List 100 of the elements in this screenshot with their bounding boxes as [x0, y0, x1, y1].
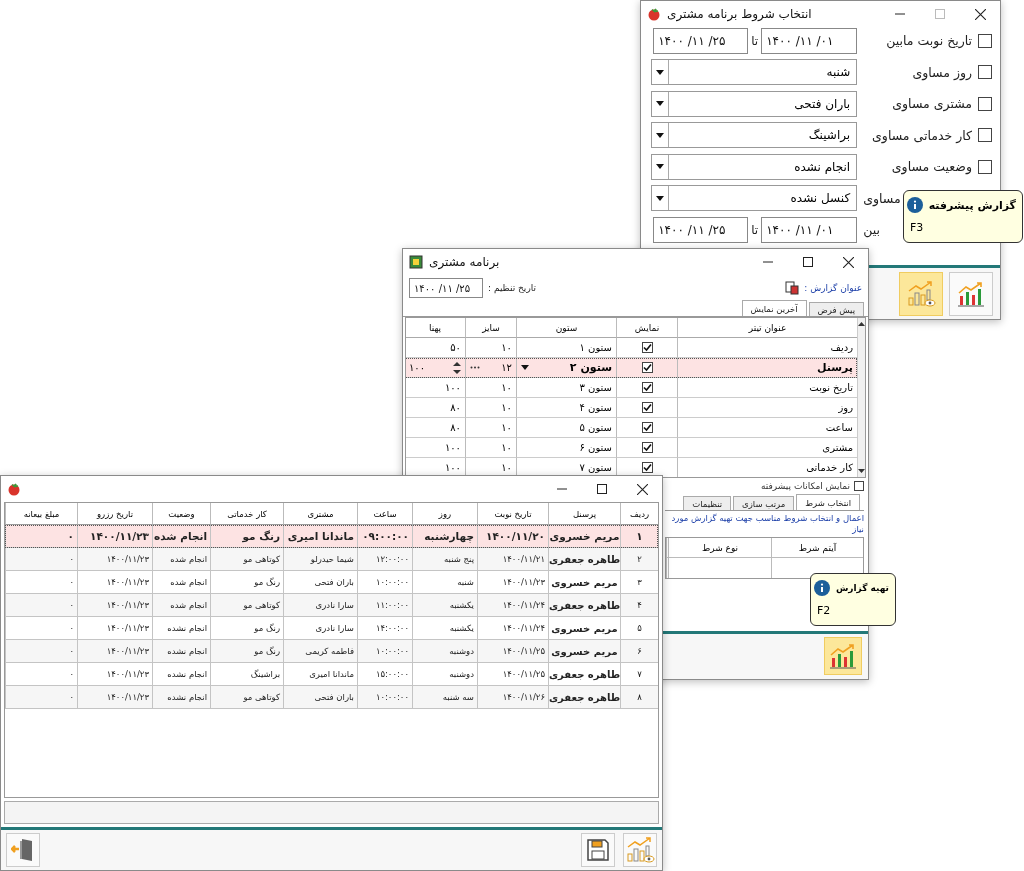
- table-row[interactable]: ۷ طاهره جعفری ۱۴۰۰/۱۱/۲۵ دوشنبه ۱۵:۰۰:۰۰ ماندانا امیری براشینگ انجام نشده ۱۴۰۰/۱۱/۲۳ ۰: [5, 663, 658, 686]
- maximize-icon: [597, 484, 607, 494]
- checkbox[interactable]: [641, 342, 653, 353]
- cell-text: ستون ۲: [569, 361, 612, 374]
- caret-icon: [656, 69, 664, 75]
- checkbox[interactable]: [978, 65, 992, 80]
- checkbox[interactable]: [978, 96, 992, 111]
- dropdown[interactable]: باران فتحی: [651, 90, 858, 117]
- tab[interactable]: مرتب سازی: [733, 496, 795, 510]
- checkbox[interactable]: [641, 422, 653, 433]
- grid-row[interactable]: مشتری ستون ۶ ۱۰ ۱۰۰: [406, 438, 857, 458]
- table-cell: کوتاهی مو: [210, 686, 283, 709]
- condition-label: تاریخ نوبت مابین: [886, 33, 972, 49]
- table-cell: ۱۰:۰۰:۰۰: [357, 686, 412, 709]
- table-row[interactable]: ۱ مریم خسروی ۱۴۰۰/۱۱/۲۰ چهارشنبه ۰۹:۰۰:۰۰ ماندانا امیری رنگ مو انجام شده ۱۴۰۰/۱۱/۲۳ ۰: [5, 525, 658, 548]
- checkbox[interactable]: [854, 481, 864, 491]
- chart-button[interactable]: [949, 272, 993, 316]
- table-cell: باران فتحی: [283, 686, 357, 709]
- cell-text: ۱۰: [501, 382, 512, 393]
- checkbox[interactable]: [641, 462, 653, 473]
- close-icon: [842, 256, 854, 268]
- cell-text: ۸۰: [450, 402, 461, 413]
- cell-text: ۱۰۰: [409, 362, 426, 373]
- column-header: نوع شرط: [668, 538, 771, 559]
- cell-text: ۱۰۰: [444, 442, 461, 453]
- table-cell: طاهره جعفری: [548, 686, 620, 709]
- tab[interactable]: پیش فرض: [808, 302, 864, 316]
- dropdown[interactable]: انجام نشده: [651, 153, 858, 180]
- tooltip-title: تهیه گزارش: [835, 583, 889, 593]
- cell-text: ۸۰: [450, 422, 461, 433]
- cell-text: ۱۰۰: [444, 462, 461, 473]
- caret-icon: [521, 365, 529, 370]
- checkbox[interactable]: [978, 159, 992, 174]
- date-field[interactable]: ۱۴۰۰ /۱۱ /۰۱: [761, 216, 858, 243]
- cell-text: ستون ۶: [579, 442, 612, 453]
- dropdown[interactable]: کنسل نشده: [651, 185, 858, 212]
- date-field[interactable]: ۱۴۰۰ /۱۱ /۲۵: [409, 278, 483, 298]
- cell-text: ۱۲: [501, 362, 512, 373]
- cell-text: ستون ۳: [579, 382, 612, 393]
- cell-text: ۱۰: [501, 442, 512, 453]
- tab[interactable]: آخرین نمایش: [741, 300, 807, 316]
- grid-row[interactable]: ردیف ستون ۱ ۱۰ ۵۰: [406, 338, 857, 358]
- tab[interactable]: تنظیمات: [683, 496, 732, 510]
- caret-icon: [656, 101, 664, 107]
- close-icon: [974, 8, 986, 20]
- table-cell: سه شنبه: [412, 686, 477, 709]
- column-header: نمایش: [616, 318, 677, 338]
- save-icon: [586, 838, 610, 862]
- scrollbar[interactable]: [857, 318, 865, 477]
- grid-row[interactable]: ساعت ستون ۵ ۱۰ ۸۰: [406, 418, 857, 438]
- bar-chart-icon: [956, 280, 986, 308]
- grid-row[interactable]: روز ستون ۴ ۱۰ ۸۰: [406, 398, 857, 418]
- condition-label: وضعیت مساوی: [891, 159, 972, 175]
- table-cell: ۰: [5, 686, 77, 709]
- grid-row[interactable]: تاریخ نوبت ستون ۳ ۱۰ ۱۰۰: [406, 378, 857, 398]
- date-field[interactable]: ۱۴۰۰ /۱۱ /۲۵: [653, 27, 749, 54]
- between-label: تا: [751, 33, 759, 48]
- report-button[interactable]: [824, 637, 862, 675]
- date-field[interactable]: ۱۴۰۰ /۱۱ /۰۱: [761, 27, 858, 54]
- checkbox-label: نمایش امکانات پیشرفته: [761, 481, 850, 491]
- dropdown[interactable]: شنبه: [651, 59, 858, 86]
- maximize-icon: [935, 9, 945, 19]
- table-row[interactable]: ۴ طاهره جعفری ۱۴۰۰/۱۱/۲۴ یکشنبه ۱۱:۰۰:۰۰ سارا نادری کوتاهی مو انجام شده ۱۴۰۰/۱۱/۲۳ ۰: [5, 594, 658, 617]
- tab[interactable]: انتخاب شرط: [796, 494, 860, 510]
- app-icon: [409, 255, 423, 269]
- table-row[interactable]: ۶ مریم خسروی ۱۴۰۰/۱۱/۲۵ دوشنبه ۱۰:۰۰:۰۰ فاطمه کریمی رنگ مو انجام نشده ۱۴۰۰/۱۱/۲۳ ۰: [5, 640, 658, 663]
- between-label: تا: [751, 222, 759, 237]
- scroll-down-icon: [858, 469, 865, 473]
- chart-eye-icon: [625, 836, 655, 864]
- column-header: سایز: [465, 318, 516, 338]
- checkbox[interactable]: [641, 362, 653, 373]
- cell-text: ستون ۷: [579, 462, 612, 473]
- table-row[interactable]: ۳ مریم خسروی ۱۴۰۰/۱۱/۲۳ شنبه ۱۰:۰۰:۰۰ باران فتحی رنگ مو انجام شده ۱۴۰۰/۱۱/۲۳ ۰: [5, 571, 658, 594]
- tomato-logo-icon: [7, 482, 21, 496]
- save-button[interactable]: [581, 833, 615, 867]
- document-icon: [785, 281, 800, 295]
- checkbox[interactable]: [978, 33, 992, 48]
- checkbox[interactable]: [641, 402, 653, 413]
- caret-icon: [656, 195, 664, 201]
- table-cell: ۱۴۰۰/۱۱/۲۳: [77, 686, 152, 709]
- dropdown[interactable]: براشینگ: [651, 122, 858, 149]
- checkbox[interactable]: [641, 442, 653, 453]
- condition-label: مساوی: [863, 190, 901, 206]
- cell-text: ۱۰: [501, 402, 512, 413]
- close-icon: [636, 483, 648, 495]
- exit-button[interactable]: [6, 833, 40, 867]
- checkbox[interactable]: [641, 382, 653, 393]
- grid-row[interactable]: پرسنل ستون ۲ ۱۲ ۱۰۰: [406, 358, 857, 378]
- condition-label: بین: [863, 222, 880, 238]
- checkbox[interactable]: [978, 128, 992, 143]
- cell-text: ۱۰۰: [444, 382, 461, 393]
- cell-text: ستون ۴: [579, 402, 612, 413]
- condition-label: روز مساوی: [912, 64, 972, 80]
- table-row[interactable]: ۲ طاهره جعفری ۱۴۰۰/۱۱/۲۱ پنج شنبه ۱۲:۰۰:۰۰ شیما حیدرلو کوتاهی مو انجام شده ۱۴۰۰/۱۱/۲۳ ۰: [5, 548, 658, 571]
- date-field[interactable]: ۱۴۰۰ /۱۱ /۲۵: [653, 216, 749, 243]
- cell-text: ستون ۱: [579, 342, 612, 353]
- table-row[interactable]: ۵ مریم خسروی ۱۴۰۰/۱۱/۲۴ یکشنبه ۱۴:۰۰:۰۰ سارا نادری رنگ مو انجام نشده ۱۴۰۰/۱۱/۲۳ ۰: [5, 617, 658, 640]
- info-icon: [813, 580, 830, 596]
- scroll-up-icon: [858, 322, 865, 326]
- table-row[interactable]: ۸ طاهره جعفری ۱۴۰۰/۱۱/۲۶ سه شنبه ۱۰:۰۰:۰۰ باران فتحی کوتاهی مو انجام نشده ۱۴۰۰/۱۱/۲۳ ۰: [5, 686, 658, 709]
